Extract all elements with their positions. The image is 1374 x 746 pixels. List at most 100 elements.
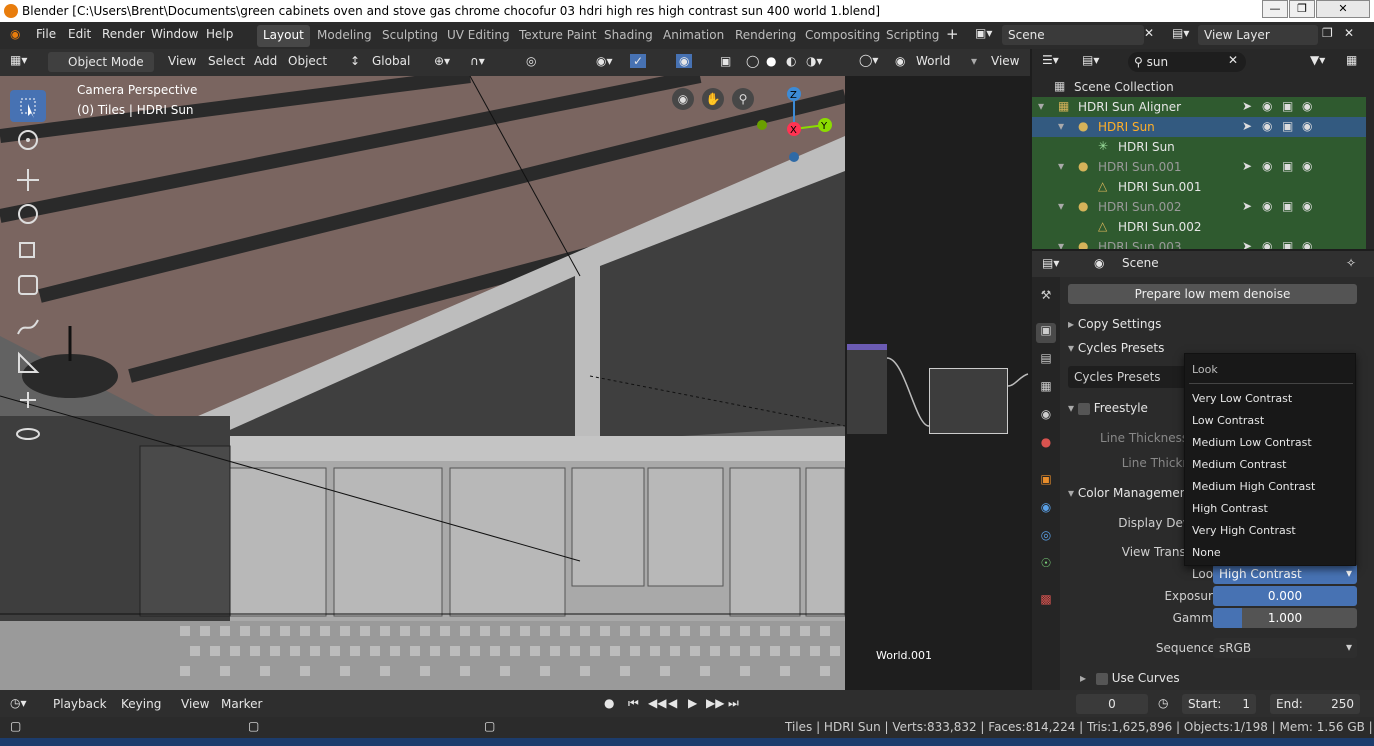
orbit-view-tool[interactable] xyxy=(10,418,46,450)
menu-help[interactable]: Help xyxy=(206,27,233,41)
view-layer-icon[interactable]: ▤▾ xyxy=(1172,26,1189,40)
clear-search-icon[interactable]: ✕ xyxy=(1228,53,1238,67)
tab-compositing[interactable]: Compositing xyxy=(799,25,886,47)
look-option-medium-high-contrast[interactable]: Medium High Contrast xyxy=(1192,480,1315,493)
visibility-eye-icon[interactable]: ◉ xyxy=(1262,159,1272,173)
play-reverse-icon[interactable]: ◀ xyxy=(668,696,677,710)
select-toggle-icon[interactable]: ➤ xyxy=(1242,159,1252,173)
look-option-very-low-contrast[interactable]: Very Low Contrast xyxy=(1192,392,1292,405)
display-mode-icon[interactable]: ▤▾ xyxy=(1082,53,1099,67)
tool-tab-icon[interactable]: ⚒ xyxy=(1036,288,1056,308)
exposure-field[interactable]: 0.000 xyxy=(1213,586,1357,606)
3d-viewport[interactable]: Camera Perspective (0) Tiles | HDRI Sun … xyxy=(0,76,845,690)
visibility-eye-icon[interactable]: ◉ xyxy=(1262,99,1272,113)
render-toggle-icon[interactable]: ◉ xyxy=(1302,119,1312,133)
render-toggle-icon[interactable]: ◉ xyxy=(1302,199,1312,213)
snap-icon[interactable]: ∩▾ xyxy=(470,54,485,68)
viewport-toggle-icon[interactable]: ▣ xyxy=(1282,99,1293,113)
node-editor-type-icon[interactable]: ◯▾ xyxy=(859,53,878,67)
view-layer-field[interactable]: View Layer xyxy=(1198,25,1318,45)
timeline-editor-icon[interactable]: ◷▾ xyxy=(10,696,27,710)
scene-selector-icon[interactable]: ▣▾ xyxy=(975,26,992,40)
select-toggle-icon[interactable]: ➤ xyxy=(1242,119,1252,133)
outliner-row[interactable]: ▾ ● HDRI Sun.001 ➤ ◉ ▣ ◉ xyxy=(1032,157,1366,177)
tab-shading[interactable]: Shading xyxy=(598,25,659,47)
scene-field[interactable]: Scene xyxy=(1002,25,1144,45)
copy-settings-panel[interactable]: ▸ Copy Settings xyxy=(1068,317,1368,339)
tab-uv-editing[interactable]: UV Editing xyxy=(441,25,516,47)
orientation-selector[interactable]: Global xyxy=(372,54,410,68)
visibility-eye-icon[interactable]: ◉ xyxy=(1262,119,1272,133)
menu-window[interactable]: Window xyxy=(151,27,198,41)
pan-hand-icon[interactable]: ✋ xyxy=(702,88,724,110)
tab-rendering[interactable]: Rendering xyxy=(729,25,802,47)
timeline-menu-playback[interactable]: Playback xyxy=(53,697,107,711)
view-layer-tab-icon[interactable]: ▦ xyxy=(1036,379,1056,399)
new-collection-icon[interactable]: ▦ xyxy=(1346,53,1357,67)
viewport-toggle-icon[interactable]: ▣ xyxy=(1282,199,1293,213)
node-menu-view[interactable]: View xyxy=(991,54,1019,68)
visibility-icon[interactable]: ◉▾ xyxy=(596,54,613,68)
scene-tab-icon[interactable]: ◉ xyxy=(1036,407,1056,427)
cursor-tool[interactable] xyxy=(10,124,46,156)
outliner-row[interactable]: ▾ ● HDRI Sun ➤ ◉ ▣ ◉ xyxy=(1032,117,1366,137)
annotate-tool[interactable] xyxy=(10,310,46,342)
current-frame-field[interactable]: 0 xyxy=(1076,694,1148,714)
render-toggle-icon[interactable]: ◉ xyxy=(1302,99,1312,113)
tab-scripting[interactable]: Scripting xyxy=(880,25,945,47)
visibility-eye-icon[interactable]: ◉ xyxy=(1262,199,1272,213)
modifier-tab-icon[interactable]: ◉ xyxy=(1036,500,1056,520)
tab-layout[interactable]: Layout xyxy=(257,25,310,47)
scene-close-icon[interactable]: ✕ xyxy=(1144,26,1154,40)
visibility-eye-icon[interactable]: ◉ xyxy=(1262,239,1272,249)
transform-tool[interactable] xyxy=(10,268,46,300)
select-toggle-icon[interactable]: ➤ xyxy=(1242,239,1252,249)
outliner-row[interactable]: ▾ ● HDRI Sun.003 ➤ ◉ ▣ ◉ xyxy=(1032,237,1366,249)
menu-file[interactable]: File xyxy=(36,27,56,41)
solid-shading-icon[interactable]: ● xyxy=(766,54,776,68)
look-option-medium-low-contrast[interactable]: Medium Low Contrast xyxy=(1192,436,1312,449)
render-toggle-icon[interactable]: ◉ xyxy=(1302,159,1312,173)
pin-icon[interactable]: ✧ xyxy=(1346,256,1356,270)
look-option-high-contrast[interactable]: High Contrast xyxy=(1192,502,1268,515)
next-keyframe-icon[interactable]: ▶▶ xyxy=(706,696,724,710)
world-shader-icon[interactable]: ◉ xyxy=(895,54,905,68)
navigation-gizmo[interactable]: Z Y X xyxy=(755,84,835,166)
orientation-icon[interactable]: ↕ xyxy=(350,54,360,68)
mode-selector[interactable]: Object Mode xyxy=(48,52,154,72)
record-icon[interactable]: ● xyxy=(604,696,614,710)
look-option-low-contrast[interactable]: Low Contrast xyxy=(1192,414,1264,427)
menu-render[interactable]: Render xyxy=(102,27,145,41)
outliner-row-scene-collection[interactable]: ▦ Scene Collection xyxy=(1032,77,1366,97)
menu-edit[interactable]: Edit xyxy=(68,27,91,41)
prepare-denoise-button[interactable]: Prepare low mem denoise xyxy=(1068,284,1357,304)
properties-editor-icon[interactable]: ▤▾ xyxy=(1042,256,1059,270)
outliner-editor-icon[interactable]: ☰▾ xyxy=(1042,53,1059,67)
node-editor[interactable]: World.001 xyxy=(845,76,1030,690)
use-curves-panel[interactable]: ▸ Use Curves xyxy=(1080,671,1374,690)
viewport-toggle-icon[interactable]: ▣ xyxy=(1282,159,1293,173)
proportional-edit-icon[interactable]: ◎ xyxy=(526,54,536,68)
freestyle-checkbox[interactable] xyxy=(1077,402,1090,415)
look-option-medium-contrast[interactable]: Medium Contrast xyxy=(1192,458,1286,471)
end-frame-field[interactable]: End: 250 xyxy=(1270,694,1360,714)
scale-tool[interactable] xyxy=(10,234,46,266)
filter-icon[interactable]: ▼▾ xyxy=(1310,53,1325,67)
stopwatch-icon[interactable]: ◷ xyxy=(1158,696,1168,710)
sequencer-dropdown[interactable]: sRGB ▾ xyxy=(1213,638,1357,658)
output-tab-icon[interactable]: ▤ xyxy=(1036,351,1056,371)
viewport-toggle-icon[interactable]: ▣ xyxy=(1282,239,1293,249)
camera-view-icon[interactable]: ◉ xyxy=(672,88,694,110)
material-shading-icon[interactable]: ◐ xyxy=(786,54,796,68)
object-data-tab-icon[interactable]: ☉ xyxy=(1036,556,1056,576)
view-layer-close-icon[interactable]: ✕ xyxy=(1344,26,1354,40)
gamma-field[interactable]: 1.000 xyxy=(1213,608,1357,628)
tab-animation[interactable]: Animation xyxy=(657,25,730,47)
use-curves-checkbox[interactable] xyxy=(1095,672,1108,685)
disclosure-triangle-icon[interactable]: ▾ xyxy=(1058,159,1064,173)
jump-end-icon[interactable]: ⏭ xyxy=(728,696,739,711)
maximize-button[interactable]: ❐ xyxy=(1289,0,1315,18)
look-dropdown[interactable]: High Contrast ▾ xyxy=(1213,564,1357,584)
viewport-menu-add[interactable]: Add xyxy=(254,54,277,68)
disclosure-triangle-icon[interactable]: ▾ xyxy=(1038,99,1044,113)
